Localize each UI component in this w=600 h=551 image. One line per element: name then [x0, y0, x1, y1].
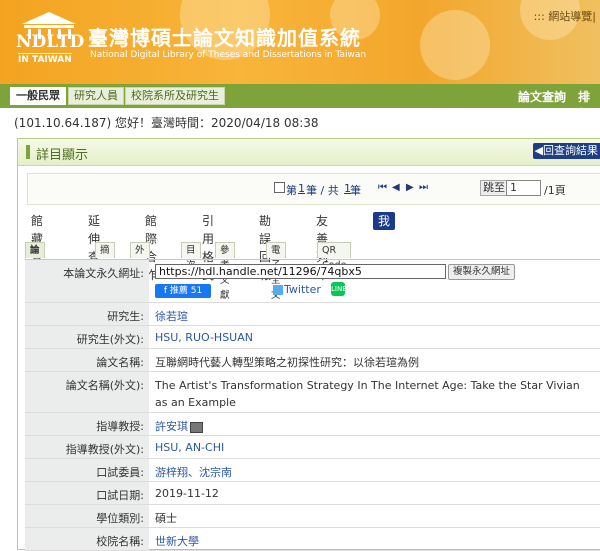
table-row: 口試委員: 游梓翔、沈宗南: [25, 459, 600, 482]
student-name-link[interactable]: 徐若瑄: [155, 308, 188, 324]
defense-date: 2019-11-12: [155, 487, 219, 500]
field-label: 校院名稱:: [25, 528, 149, 550]
logo-subtext: IN TAIWAN: [18, 53, 72, 65]
jump-button[interactable]: 跳至: [480, 180, 508, 196]
back-arrow-icon: ◀: [534, 144, 543, 157]
field-label: 口試委員:: [25, 459, 149, 481]
table-row: 口試日期: 2019-11-12: [25, 482, 600, 505]
action-print[interactable]: 友善列印: [316, 212, 328, 282]
tab-qrcode[interactable]: QR Code: [317, 242, 352, 271]
field-label: 口試日期:: [25, 482, 149, 504]
panel-header: 詳目顯示 ◀回查詢結果: [18, 139, 600, 166]
table-row: 研究生: 徐若瑄: [25, 303, 600, 326]
status-line: (101.10.64.187) 您好！臺灣時間：2020/04/18 08:38: [14, 116, 319, 130]
field-label: 學位類別:: [25, 505, 149, 527]
scholar-icon[interactable]: [190, 421, 203, 433]
back-to-results-button[interactable]: ◀回查詢結果: [532, 143, 600, 159]
field-label: 論文名稱(外文):: [25, 372, 149, 412]
panel-header-bar: [26, 145, 30, 159]
main-navbar: 一般民眾 研究人員 校院系所及研究生 論文查詢 排行: [0, 84, 600, 121]
field-label: 本論文永久網址:: [25, 260, 149, 302]
school-link[interactable]: 世新大學: [155, 533, 199, 549]
action-holdings[interactable]: 館藏查詢: [31, 212, 43, 282]
tab-abstract[interactable]: 摘要: [95, 242, 115, 271]
table-row: 學位類別: 碩士: [25, 505, 600, 528]
pager: 第 1 筆 / 共 1 筆 ⏮ ◀ ▶ ⏭ 跳至 1 /1頁: [27, 173, 600, 205]
student-name-foreign-link[interactable]: HSU, RUO-HSUAN: [155, 331, 253, 344]
select-checkbox[interactable]: [274, 182, 285, 193]
table-row: 論文名稱(外文): The Artist's Transformation St…: [25, 372, 600, 413]
action-citation[interactable]: 引用格式: [202, 212, 214, 282]
committee-links[interactable]: 游梓翔、沈宗南: [155, 464, 232, 480]
tab-references[interactable]: 參考文獻: [215, 242, 235, 301]
site-map-link[interactable]: ::: 網站導覽|: [534, 8, 596, 24]
site-header: NDLTD IN TAIWAN 臺灣博碩士論文知識加值系統 National D…: [0, 0, 600, 84]
nav-link-thesis-search[interactable]: 論文查詢: [518, 88, 566, 105]
nav-tab-school[interactable]: 校院系所及研究生: [125, 87, 225, 105]
pager-current-prefix: 第: [286, 184, 297, 197]
tab-contents[interactable]: 目次: [181, 242, 201, 271]
first-page-icon[interactable]: ⏮: [378, 182, 387, 193]
page-total-label: /1頁: [544, 184, 566, 197]
tab-foreign-abstract[interactable]: 外文摘要: [130, 242, 150, 301]
degree-type: 碩士: [155, 512, 177, 525]
permalink-input[interactable]: https://hdl.handle.net/11296/74qbx5: [155, 264, 446, 279]
field-label: 研究生(外文):: [25, 326, 149, 348]
field-label: 指導教授:: [25, 413, 149, 435]
pager-current-suffix: 筆 / 共: [306, 184, 339, 197]
prev-page-icon[interactable]: ◀: [392, 182, 400, 193]
twitter-icon: [273, 285, 283, 295]
advisor-link[interactable]: 許安琪: [155, 420, 188, 433]
detail-table: 本論文永久網址: https://hdl.handle.net/11296/74…: [25, 259, 600, 551]
twitter-label: Twitter: [284, 283, 321, 296]
next-page-icon[interactable]: ▶: [406, 182, 414, 193]
action-extended-search[interactable]: 延伸查詢: [88, 212, 100, 282]
facebook-share-button[interactable]: f 推薦 51: [155, 284, 211, 298]
nav-tab-public[interactable]: 一般民眾: [10, 87, 66, 105]
nav-link-ranking[interactable]: 排行: [578, 88, 600, 122]
site-subtitle: National Digital Library of Theses and D…: [90, 50, 367, 60]
field-label: 研究生:: [25, 303, 149, 325]
action-errata[interactable]: 勘誤回報: [259, 212, 271, 282]
pager-current: 1: [298, 182, 305, 195]
table-row: 研究生(外文): HSU, RUO-HSUAN: [25, 326, 600, 349]
back-to-results-label: 回查詢結果: [543, 144, 598, 157]
nav-tab-researcher[interactable]: 研究人員: [68, 87, 124, 105]
header-decoration: [420, 10, 490, 80]
copy-permalink-button[interactable]: 複製永久網址: [448, 264, 516, 280]
pager-total-suffix: 筆: [350, 184, 361, 197]
last-page-icon[interactable]: ⏭: [419, 182, 428, 193]
line-share-icon[interactable]: LINE: [331, 282, 347, 296]
advisor-foreign-link[interactable]: HSU, AN-CHI: [155, 441, 224, 454]
action-interlibrary[interactable]: 館際合作: [145, 212, 157, 282]
logo-text: NDLTD: [16, 32, 85, 52]
detail-panel: 詳目顯示 ◀回查詢結果 第 1 筆 / 共 1 筆 ⏮ ◀ ▶ ⏭ 跳至 1 /…: [17, 138, 600, 551]
thesis-title: 互聯網時代藝人轉型策略之初探性研究：以徐若瑄為例: [155, 356, 419, 369]
thesis-title-foreign: The Artist's Transformation Strategy In …: [155, 379, 580, 409]
twitter-share-link[interactable]: Twitter: [273, 283, 321, 296]
action-authorize[interactable]: 我願授權: [373, 212, 396, 282]
tab-fulltext[interactable]: 電子全文: [266, 242, 286, 301]
panel-title: 詳目顯示: [36, 148, 89, 163]
tab-basic-info[interactable]: 論文基本資料: [25, 242, 45, 331]
table-row-permalink: 本論文永久網址: https://hdl.handle.net/11296/74…: [25, 260, 600, 303]
page-number-input[interactable]: 1: [506, 180, 541, 196]
table-row: 論文名稱: 互聯網時代藝人轉型策略之初探性研究：以徐若瑄為例: [25, 349, 600, 372]
field-label: 指導教授(外文):: [25, 436, 149, 458]
field-label: 論文名稱:: [25, 349, 149, 371]
advisor-cell: 許安琪: [155, 418, 203, 434]
site-title: 臺灣博碩士論文知識加值系統: [88, 26, 361, 50]
table-row: 指導教授: 許安琪: [25, 413, 600, 436]
table-row: 指導教授(外文): HSU, AN-CHI: [25, 436, 600, 459]
